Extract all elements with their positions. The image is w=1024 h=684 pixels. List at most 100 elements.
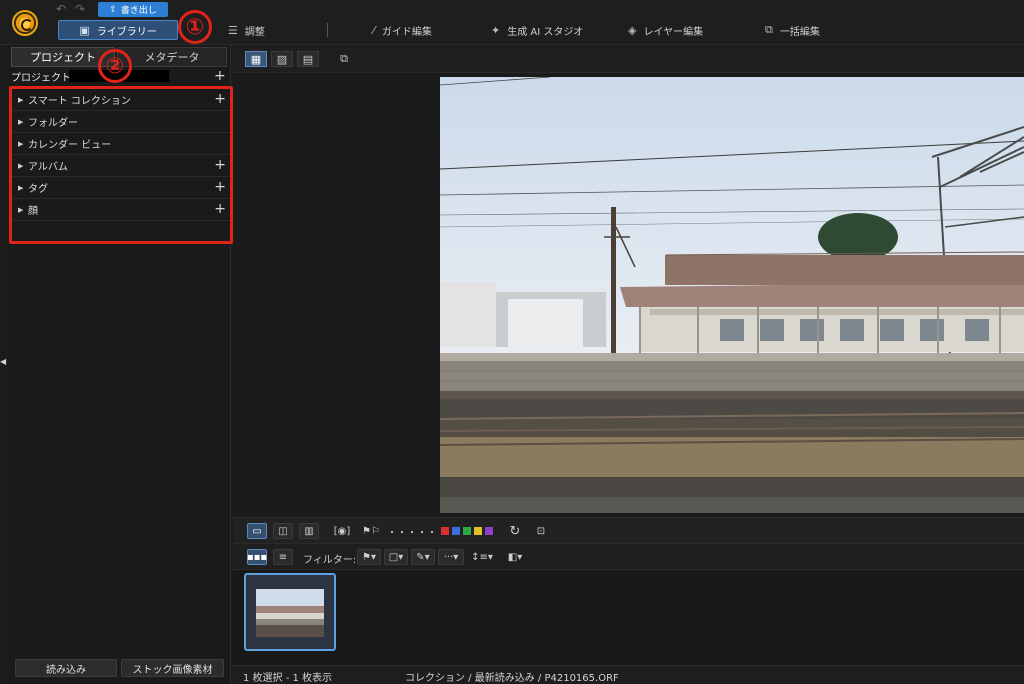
filter-toolbar: ▪▪▪ ≡ フィルター: ⚑▾ □▾ ✎▾ ···▾ ↕≡▾ ◧▾ xyxy=(233,543,1024,570)
rating-filter-icon: ···▾ xyxy=(443,551,459,563)
filmstrip xyxy=(233,570,1024,668)
collapse-panel-icon[interactable]: ◀ xyxy=(0,357,8,369)
thumbnail-item[interactable] xyxy=(244,573,336,651)
layout-single-button[interactable]: ▭ xyxy=(247,523,267,539)
tree-item-label: フォルダー xyxy=(28,118,78,129)
redo-icon[interactable]: ↷ xyxy=(75,2,85,16)
chevron-right-icon: ▶ xyxy=(18,117,24,126)
chevron-right-icon: ▶ xyxy=(18,205,24,214)
color-label-green[interactable] xyxy=(463,527,471,535)
filter-label: フィルター: xyxy=(303,555,357,566)
filmstrip-view-button[interactable]: ▪▪▪ xyxy=(247,549,267,565)
add-album-icon[interactable]: + xyxy=(214,158,226,172)
tab-divider xyxy=(327,23,328,37)
tree-item-tag[interactable]: ▶ タグ + xyxy=(12,177,230,199)
color-label-purple[interactable] xyxy=(485,527,493,535)
filter-flag-dropdown[interactable]: ⚑▾ xyxy=(357,549,381,565)
export-label: 書き出し xyxy=(120,6,157,16)
left-panel: プロジェクト メタデータ プロジェクト + ▶ スマート コレクション + ▶ … xyxy=(9,45,233,684)
chevron-right-icon: ▶ xyxy=(18,139,24,148)
sparkle-icon: ✦ xyxy=(491,23,501,37)
tab-gen-ai-studio[interactable]: ✦ 生成 AI スタジオ xyxy=(491,20,583,40)
color-label-red[interactable] xyxy=(441,527,449,535)
layout-two-icon: ◫ xyxy=(278,525,288,537)
add-smart-collection-icon[interactable]: + xyxy=(214,92,226,106)
flag-filter-icon: ⚑▾ xyxy=(362,551,376,563)
single-view-button[interactable]: ▦ xyxy=(245,51,267,67)
color-label-blue[interactable] xyxy=(452,527,460,535)
pencil-filter-icon: ✎▾ xyxy=(416,551,430,563)
export-icon: ⇪ xyxy=(109,4,117,15)
export-button[interactable]: ⇪ 書き出し xyxy=(98,2,168,17)
rating-stars[interactable]: ・・・・・ xyxy=(387,523,437,539)
layout-single-icon: ▭ xyxy=(252,525,262,537)
top-bar: ↶ ↷ ⇪ 書き出し ▣ ライブラリー ☰ 調整 ⁄ ガイド編集 ✦ 生成 AI… xyxy=(0,0,1024,45)
second-display-button[interactable]: ⧉ xyxy=(333,51,355,67)
tree-item-smart-collection[interactable]: ▶ スマート コレクション + xyxy=(12,89,230,111)
preview-photo[interactable] xyxy=(440,77,1024,513)
tab-gen-ai-studio-label: 生成 AI スタジオ xyxy=(507,26,584,38)
tab-guided-edit[interactable]: ⁄ ガイド編集 xyxy=(373,20,432,40)
add-project-icon[interactable]: + xyxy=(214,69,226,83)
add-tag-icon[interactable]: + xyxy=(214,180,226,194)
tab-library[interactable]: ▣ ライブラリー xyxy=(58,20,178,40)
list-view-button[interactable]: ≡ xyxy=(273,549,293,565)
chevron-right-icon: ▶ xyxy=(18,161,24,170)
rotate-button[interactable]: ↻ xyxy=(506,523,524,539)
undo-icon[interactable]: ↶ xyxy=(56,2,66,16)
compare-view-button[interactable]: ▨ xyxy=(271,51,293,67)
stack-icon: ◧▾ xyxy=(507,551,523,563)
view-toolbar: ▦ ▨ ▤ ⧉ xyxy=(233,45,1024,73)
image-single-icon: ▦ xyxy=(250,52,262,66)
status-bar: 1 枚選択 - 1 枚表示 コレクション / 最新読み込み / P4210165… xyxy=(233,665,1024,684)
stack-dropdown[interactable]: ◧▾ xyxy=(505,549,525,565)
flag-button[interactable]: ⚑⚐ xyxy=(361,523,381,539)
filmstrip-icon: ▪▪▪ xyxy=(246,551,268,563)
tab-batch-edit[interactable]: ⧉ 一括編集 xyxy=(765,20,820,40)
chevron-right-icon: ▶ xyxy=(18,183,24,192)
project-title: プロジェクト xyxy=(11,73,71,84)
list-icon: ≡ xyxy=(278,551,288,563)
image-path: コレクション / 最新読み込み / P4210165.ORF xyxy=(405,673,619,684)
filter-edit-dropdown[interactable]: ✎▾ xyxy=(411,549,435,565)
sort-dropdown[interactable]: ↕≡▾ xyxy=(471,549,493,565)
batch-icon: ⧉ xyxy=(765,23,773,36)
tree-item-calendar-view[interactable]: ▶ カレンダー ビュー xyxy=(12,133,230,155)
add-face-icon[interactable]: + xyxy=(214,202,226,216)
tree-item-album[interactable]: ▶ アルバム + xyxy=(12,155,230,177)
filter-color-dropdown[interactable]: □▾ xyxy=(384,549,408,565)
face-detect-button[interactable]: [◉] xyxy=(331,523,353,539)
square-filter-icon: □▾ xyxy=(388,551,404,563)
callout-two: ② xyxy=(98,49,132,83)
image-icon: ▨ xyxy=(276,52,288,66)
display-icon: ⧉ xyxy=(340,52,348,65)
color-label-yellow[interactable] xyxy=(474,527,482,535)
chevron-right-icon: ▶ xyxy=(18,95,24,104)
selection-status: 1 枚選択 - 1 枚表示 xyxy=(243,673,333,684)
tab-guided-edit-label: ガイド編集 xyxy=(381,26,432,38)
project-tree: ▶ スマート コレクション + ▶ フォルダー ▶ カレンダー ビュー ▶ アル… xyxy=(9,86,233,244)
tree-item-label: アルバム xyxy=(28,162,68,173)
tree-item-face[interactable]: ▶ 顔 + xyxy=(12,199,230,221)
filter-rating-dropdown[interactable]: ···▾ xyxy=(438,549,464,565)
app-logo xyxy=(12,10,38,36)
info-overlay-icon: ⊡ xyxy=(536,525,546,537)
station-photo xyxy=(440,77,1024,513)
layout-three-icon: ▥ xyxy=(304,525,314,537)
tab-metadata[interactable]: メタデータ xyxy=(117,47,227,67)
tree-item-label: カレンダー ビュー xyxy=(28,140,112,151)
layout-two-button[interactable]: ◫ xyxy=(273,523,293,539)
import-button[interactable]: 読み込み xyxy=(15,659,117,677)
tab-layer-edit[interactable]: ◈ レイヤー編集 xyxy=(628,20,703,40)
tree-item-folder[interactable]: ▶ フォルダー xyxy=(12,111,230,133)
library-icon: ▣ xyxy=(79,23,90,37)
display-toolbar: ▭ ◫ ▥ [◉] ⚑⚐ ・・・・・ ↻ ⊡ xyxy=(233,517,1024,543)
callout-one: ① xyxy=(178,10,212,44)
tab-library-label: ライブラリー xyxy=(96,26,157,38)
face-icon: [◉] xyxy=(333,525,351,537)
stock-images-button[interactable]: ストック画像素材 xyxy=(121,659,224,677)
tab-adjust[interactable]: ☰ 調整 xyxy=(228,20,265,40)
info-overlay-button[interactable]: ⊡ xyxy=(531,523,551,539)
layout-three-button[interactable]: ▥ xyxy=(299,523,319,539)
grid-view-button[interactable]: ▤ xyxy=(297,51,319,67)
